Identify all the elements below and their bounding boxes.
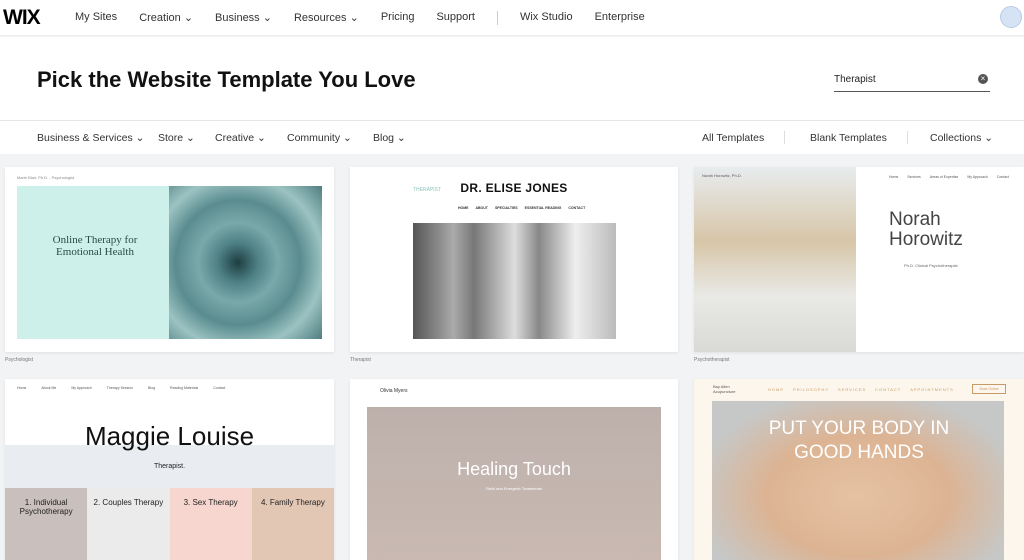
all-templates-link[interactable]: All Templates <box>702 132 764 144</box>
nav-my-sites[interactable]: My Sites <box>75 11 117 25</box>
portrait-photo <box>413 223 616 339</box>
template-heading: DR. ELISE JONES <box>460 181 568 195</box>
page-title: Pick the Website Template You Love <box>37 67 416 92</box>
category-community[interactable]: Community ⌄ <box>287 132 352 144</box>
agave-image <box>169 186 322 339</box>
book-online-button[interactable]: Book Online <box>972 384 1006 394</box>
category-store[interactable]: Store ⌄ <box>158 132 195 144</box>
template-card-psychotherapist[interactable]: Norah Horowitz, Ph.D. Home Services Areas … <box>694 167 1024 352</box>
category-bar: Business & Services ⌄ Store ⌄ Creative ⌄… <box>0 121 1024 154</box>
template-heading: PUT YOUR BODY IN GOOD HANDS <box>768 418 950 463</box>
nav-creation[interactable]: Creation ⌄ <box>139 11 193 25</box>
page-header: Pick the Website Template You Love Thera… <box>0 37 1024 121</box>
template-label: Psychologist <box>5 357 34 363</box>
category-business-services[interactable]: Business & Services ⌄ <box>37 132 144 144</box>
template-card-psychologist[interactable]: Marie Blair, Ph.D. - Psychologist Online… <box>5 167 334 352</box>
template-heading: Online Therapy for Emotional Health <box>52 234 138 258</box>
hands-photo <box>367 407 661 560</box>
blank-templates-link[interactable]: Blank Templates <box>810 132 887 144</box>
template-card-acupuncture[interactable]: Bay Allen Acupuncture HOME PHILOSOPHY SERV… <box>694 379 1024 560</box>
collections-dropdown[interactable]: Collections ⌄ <box>930 132 993 144</box>
category-blog[interactable]: Blog ⌄ <box>373 132 406 144</box>
divider <box>784 131 785 144</box>
template-card-therapist[interactable]: THERAPIST DR. ELISE JONES HOME ABOUT SPECI… <box>350 167 678 352</box>
template-heading: Norah Horowitz <box>889 209 963 250</box>
template-label: Therapist <box>350 357 371 363</box>
chevron-down-icon: ⌄ <box>262 12 272 24</box>
divider <box>496 11 498 25</box>
chevron-down-icon: ⌄ <box>183 12 194 24</box>
template-heading: Maggie Louise <box>84 421 255 451</box>
avatar[interactable] <box>1000 6 1022 28</box>
wix-logo[interactable]: WIX <box>3 6 41 30</box>
nav-business[interactable]: Business ⌄ <box>215 11 272 25</box>
divider <box>907 131 908 144</box>
chevron-down-icon: ⌄ <box>349 12 359 24</box>
nav-resources[interactable]: Resources ⌄ <box>294 11 359 25</box>
template-heading: Healing Touch <box>457 459 571 479</box>
nav-support[interactable]: Support <box>436 11 475 25</box>
nav-pricing[interactable]: Pricing <box>381 11 415 25</box>
top-nav: WIX My Sites Creation ⌄ Business ⌄ Resou… <box>0 0 1024 36</box>
category-creative[interactable]: Creative ⌄ <box>215 132 266 144</box>
portrait-photo <box>694 167 856 352</box>
search-value: Therapist <box>834 74 876 85</box>
nav-wix-studio[interactable]: Wix Studio <box>520 11 573 25</box>
template-card-maggie-louise[interactable]: Home About Me My Approach Therapy Session Bl… <box>5 379 334 560</box>
template-label: Psychotherapist <box>694 357 730 363</box>
template-card-healing-touch[interactable]: Olivia Myers Healing Touch Reiki and Ene… <box>350 379 678 560</box>
nav-enterprise[interactable]: Enterprise <box>595 11 645 25</box>
search-input[interactable]: Therapist × <box>834 72 990 92</box>
clear-icon[interactable]: × <box>978 74 988 84</box>
